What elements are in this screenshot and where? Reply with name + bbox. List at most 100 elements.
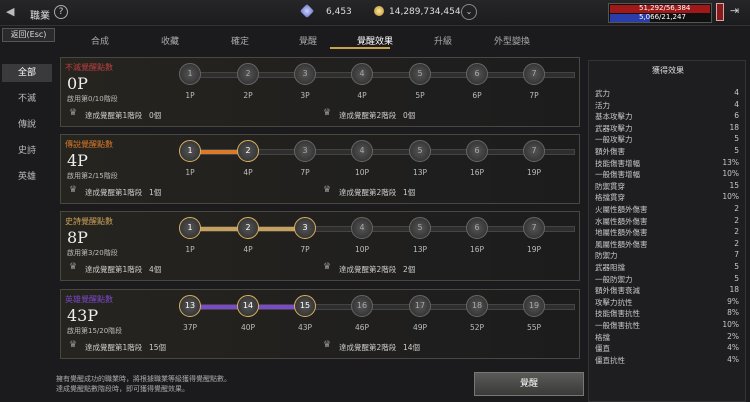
crown-icon: ♛ bbox=[323, 340, 332, 350]
stage-label: 6P bbox=[472, 91, 482, 100]
card-points: 43P bbox=[67, 306, 99, 325]
effect-name: 一般傷害增幅 bbox=[595, 170, 640, 180]
tab-1[interactable]: 收藏 bbox=[140, 34, 200, 47]
effect-value: 2 bbox=[734, 204, 739, 213]
stage-label: 19P bbox=[526, 245, 542, 254]
potion-icon[interactable] bbox=[716, 3, 724, 21]
help-icon[interactable]: ? bbox=[54, 5, 68, 19]
exit-icon[interactable]: ⇥ bbox=[730, 4, 744, 20]
effect-row: 格擋 2% bbox=[595, 332, 743, 344]
stage-node: 1 bbox=[179, 217, 201, 239]
tab-5[interactable]: 升級 bbox=[413, 34, 473, 47]
back-icon[interactable]: ◀ bbox=[6, 6, 18, 18]
effect-value: 2% bbox=[727, 331, 739, 341]
stage-label: 49P bbox=[412, 323, 428, 332]
crown-icon: ♛ bbox=[69, 108, 78, 118]
stage-node: 3 bbox=[294, 140, 316, 162]
effect-name: 一般攻擊力 bbox=[595, 135, 633, 145]
effect-name: 防禦力 bbox=[595, 251, 618, 261]
stage-node: 17 bbox=[409, 295, 431, 317]
tab-0[interactable]: 合成 bbox=[70, 34, 130, 47]
mp-text: 5,066/21,247 bbox=[639, 13, 686, 21]
ach1-label: 達成覺醒第1階段 bbox=[85, 111, 143, 120]
ach1-label: 達成覺醒第1階段 bbox=[85, 343, 143, 352]
ach1-label: 達成覺醒第1階段 bbox=[85, 188, 143, 197]
ach2-label: 達成覺醒第2階段 bbox=[339, 111, 397, 120]
top-bar: ◀ 職業 ? 6,453 14,289,734,454 ⌄ 51,292/56,… bbox=[0, 0, 750, 26]
stage-label: 37P bbox=[182, 323, 198, 332]
stage-label: 16P bbox=[469, 245, 485, 254]
effect-value: 4 bbox=[734, 88, 739, 97]
ach1-label: 達成覺醒第1階段 bbox=[85, 265, 143, 274]
stage-label: 10P bbox=[354, 168, 370, 177]
card-label: 史詩覺醒點數 bbox=[65, 217, 113, 226]
effect-row: 僵直 4% bbox=[595, 343, 743, 355]
effect-value: 10% bbox=[722, 192, 739, 202]
stage-node: 6 bbox=[466, 140, 488, 162]
effect-row: 一般傷害增幅 10% bbox=[595, 169, 743, 181]
tab-3[interactable]: 覺醒 bbox=[278, 34, 338, 47]
effect-row: 風屬性額外傷害 2 bbox=[595, 239, 743, 251]
ach2-label: 達成覺醒第2階段 bbox=[339, 265, 397, 274]
card-points: 8P bbox=[67, 228, 88, 247]
sidebar-item-3[interactable]: 史詩 bbox=[2, 142, 52, 160]
stage-label: 3P bbox=[300, 91, 310, 100]
effect-name: 僵直抗性 bbox=[595, 355, 625, 365]
chevron-down-icon[interactable]: ⌄ bbox=[461, 4, 477, 20]
stage-node: 2 bbox=[237, 140, 259, 162]
card-label: 英雄覺醒點數 bbox=[65, 295, 113, 304]
escape-button[interactable]: 返回(Esc) bbox=[2, 28, 55, 42]
stage-label: 16P bbox=[469, 168, 485, 177]
tab-6[interactable]: 外型變換 bbox=[482, 34, 542, 47]
stage-node: 7 bbox=[523, 140, 545, 162]
effect-value: 4% bbox=[727, 354, 739, 364]
effect-row: 武力 4 bbox=[595, 88, 743, 100]
stage-node: 2 bbox=[237, 217, 259, 239]
effect-row: 防禦貫穿 15 bbox=[595, 181, 743, 193]
card-stage: 啟用第3/20階段 bbox=[67, 249, 118, 257]
effect-value: 6 bbox=[734, 111, 739, 121]
effect-name: 風屬性額外傷害 bbox=[595, 239, 648, 249]
awakening-card: 英雄覺醒點數 43P 啟用第15/20階段 ♛ 達成覺醒第1階段 15個 ♛ 達成覺醒第2階段… bbox=[60, 289, 580, 359]
effect-name: 水屬性額外傷害 bbox=[595, 216, 648, 226]
hp-mp-box: 51,292/56,384 5,066/21,247 bbox=[608, 3, 712, 23]
effect-name: 活力 bbox=[595, 100, 610, 110]
stage-node: 14 bbox=[237, 295, 259, 317]
sidebar-item-4[interactable]: 英雄 bbox=[2, 168, 52, 186]
awakening-card: 不滅覺醒點數 0P 啟用第0/10階段 ♛ 達成覺醒第1階段 0個 ♛ 達成覺醒第2階段 0個 1… bbox=[60, 57, 580, 127]
stage-node: 3 bbox=[294, 217, 316, 239]
stage-node: 16 bbox=[351, 295, 373, 317]
card-stage: 啟用第2/15階段 bbox=[67, 172, 118, 180]
effect-name: 額外傷害衰減 bbox=[595, 286, 640, 296]
stage-node: 5 bbox=[409, 140, 431, 162]
awaken-button[interactable]: 覺醒 bbox=[474, 372, 584, 396]
effect-name: 一般傷害抗性 bbox=[595, 321, 640, 330]
note-line-1: 擁有覺醒成功的職業時，將根據職業等級獲得覺醒點數。 bbox=[56, 375, 231, 383]
sidebar-item-1[interactable]: 不滅 bbox=[2, 90, 52, 108]
tab-2[interactable]: 確定 bbox=[210, 34, 270, 47]
tab-4[interactable]: 覺醒效果 bbox=[345, 34, 405, 47]
effect-name: 一般防禦力 bbox=[595, 274, 633, 284]
ach2-count: 2個 bbox=[403, 265, 416, 274]
gem-icon bbox=[299, 3, 315, 19]
effect-value: 4 bbox=[734, 99, 739, 109]
ach1-count: 0個 bbox=[149, 111, 162, 120]
effect-row: 一般傷害抗性 10% bbox=[595, 320, 743, 332]
effects-title: 獲得效果 bbox=[652, 66, 684, 75]
sidebar-item-0[interactable]: 全部 bbox=[2, 64, 52, 82]
effect-row: 火屬性額外傷害 2 bbox=[595, 204, 743, 216]
effect-row: 武器阻擋 5 bbox=[595, 262, 743, 274]
effect-row: 武器攻擊力 18 bbox=[595, 123, 743, 135]
effect-row: 格擋貫穿 10% bbox=[595, 192, 743, 204]
sidebar-item-2[interactable]: 傳說 bbox=[2, 116, 52, 134]
stage-label: 1P bbox=[185, 91, 195, 100]
stage-label: 43P bbox=[297, 323, 313, 332]
gold-count: 14,289,734,454 bbox=[389, 7, 461, 17]
effect-value: 5 bbox=[734, 146, 739, 155]
card-points: 4P bbox=[67, 151, 88, 170]
stage-node: 6 bbox=[466, 63, 488, 85]
effect-row: 防禦力 7 bbox=[595, 250, 743, 262]
effect-name: 火屬性額外傷害 bbox=[595, 205, 648, 214]
stage-label: 13P bbox=[412, 168, 428, 177]
effect-value: 7 bbox=[734, 250, 739, 260]
